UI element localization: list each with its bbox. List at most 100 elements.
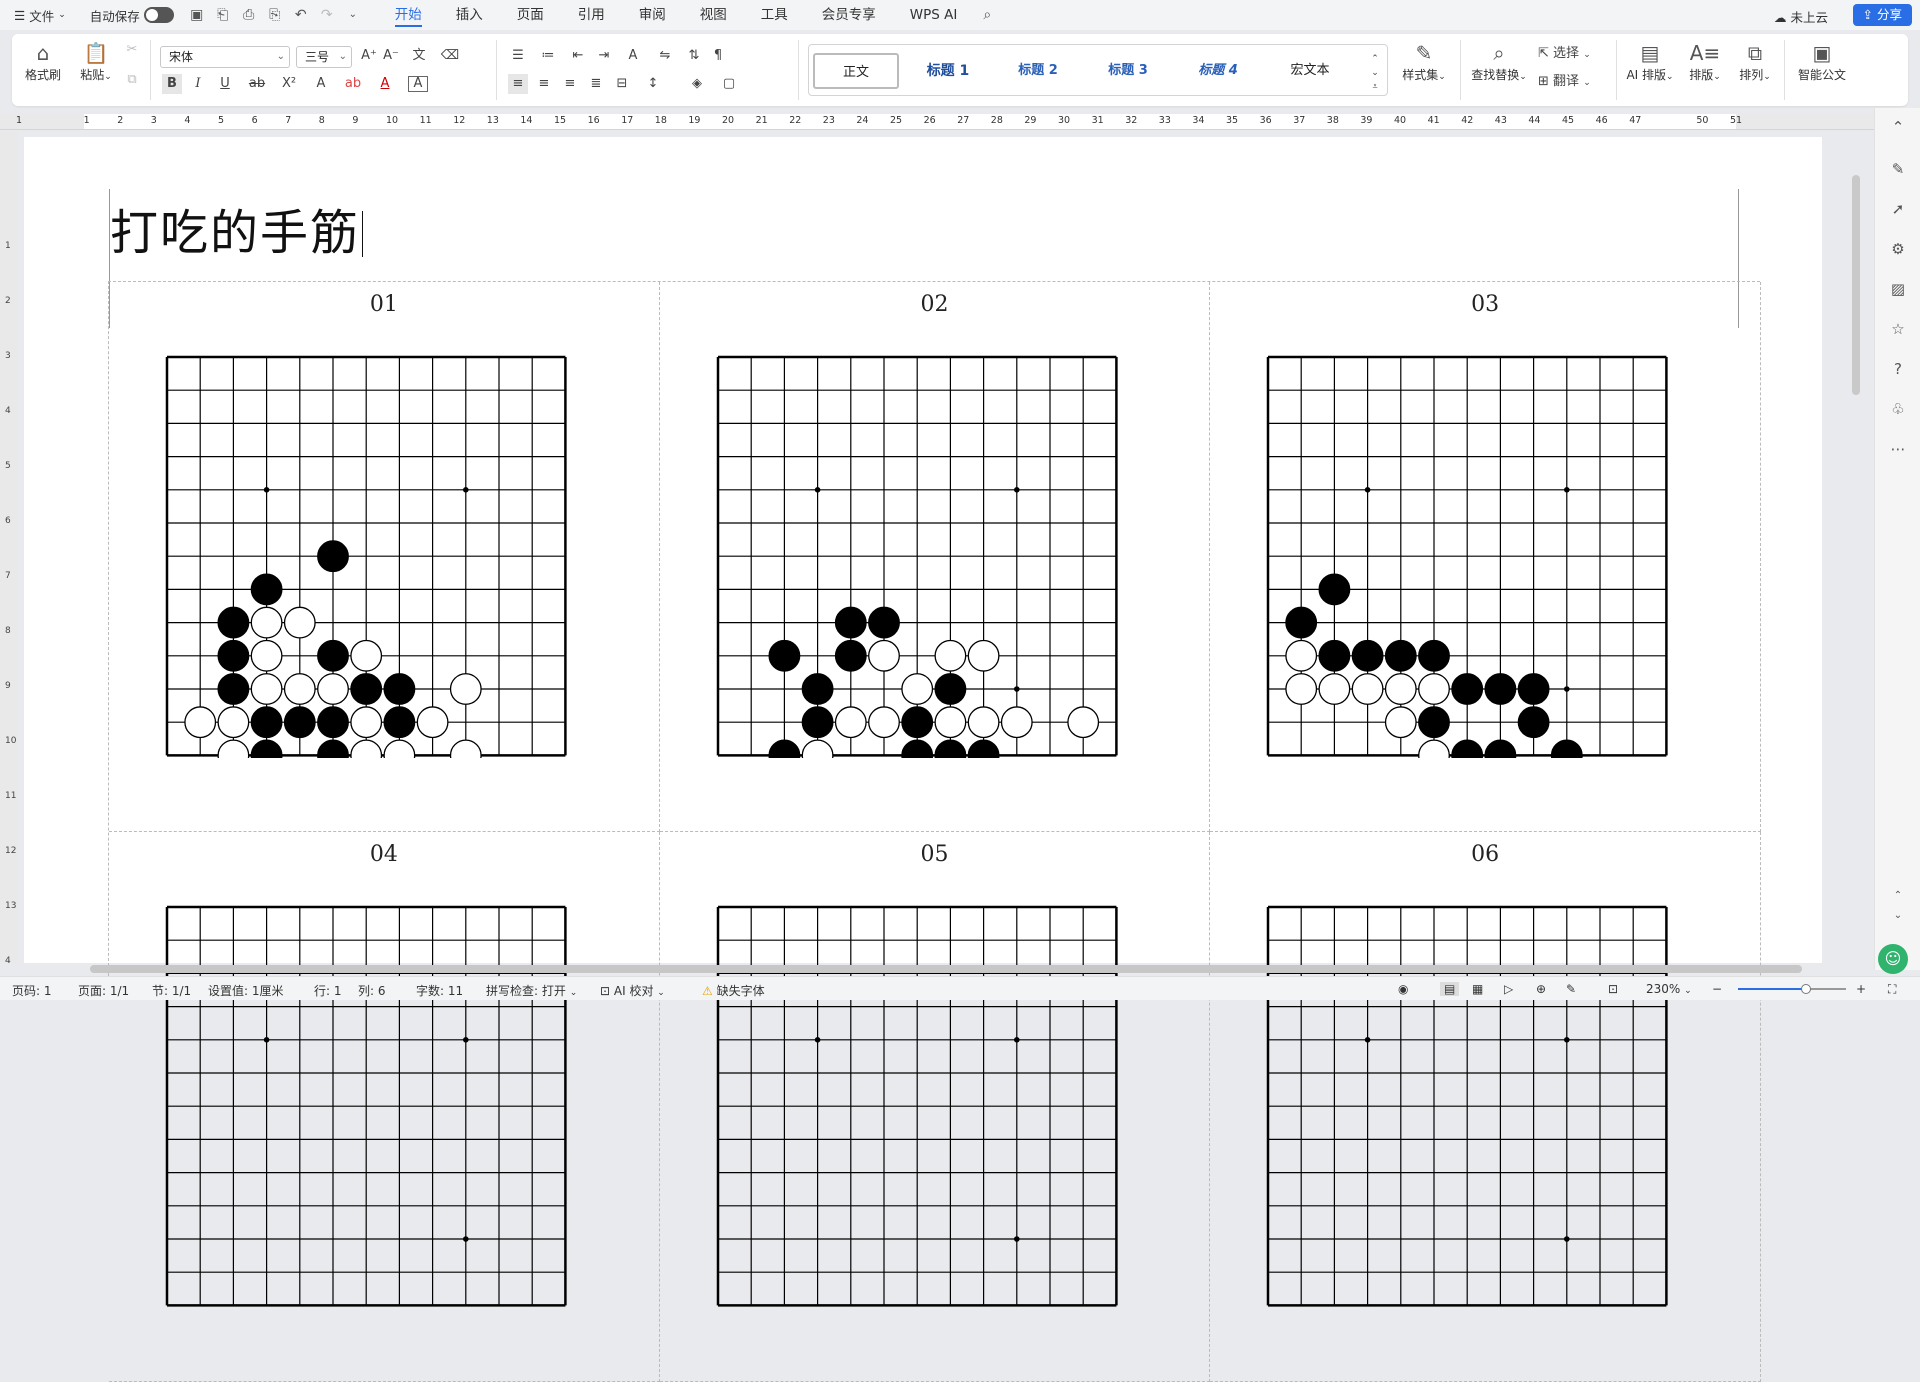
white-stone[interactable]	[967, 639, 1000, 672]
find-replace-button[interactable]: ⌕ 查找替换⌄	[1468, 40, 1530, 83]
more-icon[interactable]: ⋯	[1888, 440, 1908, 460]
status-pages[interactable]: 页面: 1/1	[78, 982, 129, 999]
align-left-icon[interactable]: ≡	[508, 74, 528, 94]
black-stone[interactable]	[1352, 639, 1384, 672]
shirt-icon[interactable]: ♧	[1888, 400, 1908, 420]
status-ai-check[interactable]: ⊡ AI 校对 ⌄	[600, 982, 665, 999]
char-border-icon[interactable]: A	[408, 76, 428, 92]
white-stone[interactable]	[1285, 639, 1318, 672]
black-stone[interactable]	[383, 673, 416, 705]
change-case-icon[interactable]: A	[620, 46, 646, 66]
black-stone[interactable]	[1484, 673, 1517, 705]
customize-chevron-icon[interactable]: ⌄	[343, 5, 363, 25]
status-col[interactable]: 列: 6	[358, 982, 386, 999]
highlight-icon[interactable]: ab	[340, 74, 366, 94]
status-page-code[interactable]: 页码: 1	[12, 982, 52, 999]
preview-icon[interactable]: ⎘	[265, 5, 285, 25]
select-button[interactable]: ⇱ 选择 ⌄	[1538, 44, 1608, 64]
white-stone[interactable]	[1418, 739, 1451, 759]
tab-0[interactable]: 开始	[394, 0, 422, 30]
black-stone[interactable]	[934, 673, 966, 705]
black-stone[interactable]	[900, 706, 933, 739]
status-setting[interactable]: 设置值: 1厘米	[208, 982, 284, 999]
black-stone[interactable]	[383, 706, 416, 739]
white-stone[interactable]	[1285, 673, 1318, 705]
white-stone[interactable]	[350, 739, 383, 759]
align-center-icon[interactable]: ≡	[534, 74, 554, 94]
ai-layout-button[interactable]: ▤ AI 排版⌄	[1622, 40, 1678, 83]
image-icon[interactable]: ▨	[1888, 280, 1908, 300]
cloud-status[interactable]: ☁ 未上云	[1774, 7, 1828, 26]
increase-indent-icon[interactable]: ⇥	[594, 46, 614, 66]
toggle-switch[interactable]	[143, 7, 174, 23]
white-stone[interactable]	[283, 673, 316, 705]
style-heading-4[interactable]: 标题 4	[1175, 53, 1261, 89]
zoom-out-icon[interactable]: −	[1712, 982, 1722, 996]
autosave-toggle[interactable]: 自动保存	[90, 6, 174, 25]
white-stone[interactable]	[1000, 706, 1033, 739]
shading-icon[interactable]: ◈	[684, 74, 710, 94]
distribute-icon[interactable]: ⊟	[612, 74, 632, 94]
black-stone[interactable]	[934, 739, 966, 759]
zoom-in-icon[interactable]: +	[1856, 982, 1866, 996]
document-page[interactable]: 打吃的手筋 01 02 03 04 05 06	[24, 137, 1822, 1382]
search-icon[interactable]: ⌕	[977, 5, 997, 25]
white-stone[interactable]	[834, 706, 867, 739]
font-family-select[interactable]: 宋体 ⌄	[160, 46, 290, 68]
fullscreen-icon[interactable]: ⛶	[1888, 982, 1896, 997]
black-stone[interactable]	[801, 673, 834, 705]
style-normal[interactable]: 正文	[813, 53, 899, 89]
line-spacing-icon[interactable]: ↕	[640, 74, 666, 94]
black-stone[interactable]	[317, 706, 349, 739]
black-stone[interactable]	[1451, 673, 1484, 705]
white-stone[interactable]	[934, 639, 966, 672]
black-stone[interactable]	[250, 706, 283, 739]
text-direction-icon[interactable]: ⇋	[652, 46, 678, 66]
black-stone[interactable]	[217, 639, 250, 672]
status-missing-font[interactable]: ⚠ 缺失字体	[702, 982, 765, 999]
superscript-icon[interactable]: X²	[276, 74, 302, 94]
align-right-icon[interactable]: ≡	[560, 74, 580, 94]
white-stone[interactable]	[867, 639, 900, 672]
gallery-more-icon[interactable]: ⩡	[1367, 77, 1383, 97]
status-section[interactable]: 节: 1/1	[152, 982, 191, 999]
black-stone[interactable]	[217, 673, 250, 705]
black-stone[interactable]	[250, 573, 283, 606]
black-stone[interactable]	[1318, 639, 1351, 672]
smart-doc-button[interactable]: ▣ 智能公文	[1792, 40, 1852, 83]
white-stone[interactable]	[867, 706, 900, 739]
assistant-avatar[interactable]: ☺	[1878, 944, 1908, 974]
black-stone[interactable]	[1418, 639, 1451, 672]
white-stone[interactable]	[967, 706, 1000, 739]
white-stone[interactable]	[217, 706, 250, 739]
white-stone[interactable]	[1385, 706, 1418, 739]
tab-2[interactable]: 页面	[517, 0, 544, 30]
play-icon[interactable]: ▷	[1504, 982, 1513, 996]
black-stone[interactable]	[834, 639, 867, 672]
vertical-scrollbar[interactable]	[1852, 175, 1860, 395]
copy-icon[interactable]: ⧉	[122, 70, 142, 90]
status-row[interactable]: 行: 1	[314, 982, 342, 999]
black-stone[interactable]	[1518, 706, 1550, 739]
black-stone[interactable]	[768, 739, 800, 759]
black-stone[interactable]	[1451, 739, 1484, 759]
page-up-icon[interactable]: ⌃	[1888, 890, 1908, 910]
white-stone[interactable]	[449, 739, 482, 759]
help-icon[interactable]: ?	[1888, 360, 1908, 380]
eye-icon[interactable]: ◉	[1398, 982, 1408, 996]
page-down-icon[interactable]: ⌄	[1888, 910, 1908, 930]
black-stone[interactable]	[317, 639, 349, 672]
paste-button[interactable]: 📋 粘贴⌄	[76, 40, 116, 83]
black-stone[interactable]	[1551, 739, 1584, 759]
underline-icon[interactable]: U	[212, 74, 238, 94]
clear-format-icon[interactable]: ⌫	[440, 46, 460, 66]
go-board[interactable]	[1265, 354, 1669, 759]
arrange-button[interactable]: ⧉ 排列⌄	[1732, 40, 1778, 83]
save-icon[interactable]: ▣	[187, 5, 207, 25]
black-stone[interactable]	[834, 606, 867, 639]
phonetic-icon[interactable]: 文	[406, 46, 432, 66]
pointer-icon[interactable]: ➚	[1888, 200, 1908, 220]
tab-3[interactable]: 引用	[578, 0, 605, 30]
tab-6[interactable]: 工具	[761, 0, 788, 30]
settings-sliders-icon[interactable]: ⚙	[1888, 240, 1908, 260]
